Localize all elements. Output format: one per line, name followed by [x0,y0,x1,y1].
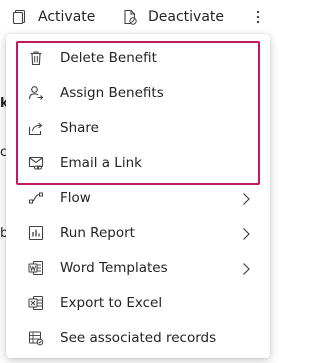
word-icon [28,260,44,276]
page: Activate Deactivate k ci b [0,0,279,363]
menu-item-label: Run Report [60,225,135,241]
menu-item-label: Export to Excel [60,295,163,311]
more-commands-button[interactable] [254,8,262,26]
flow-icon [28,190,44,206]
menu-item-word-templates[interactable]: Word Templates [6,251,270,286]
menu-item-assign-benefits[interactable]: Assign Benefits [6,76,270,111]
email-link-icon [28,155,44,171]
deactivate-button[interactable]: Deactivate [122,6,224,28]
menu-item-flow[interactable]: Flow [6,181,270,216]
activate-label: Activate [38,9,96,25]
menu-item-export-to-excel[interactable]: Export to Excel [6,286,270,321]
menu-item-share[interactable]: Share [6,111,270,146]
chevron-right-icon [240,262,252,276]
report-icon [28,225,44,241]
activate-icon [12,9,28,25]
menu-item-delete-benefit[interactable]: Delete Benefit [6,41,270,76]
menu-item-see-associated-records[interactable]: See associated records [6,321,270,356]
trash-icon [28,50,44,66]
menu-item-label: Assign Benefits [60,85,164,101]
menu-item-label: Word Templates [60,260,168,276]
chevron-right-icon [240,192,252,206]
share-icon [28,120,44,136]
menu-item-label: Share [60,120,99,136]
menu-item-run-report[interactable]: Run Report [6,216,270,251]
activate-button[interactable]: Activate [12,6,95,28]
chevron-right-icon [240,227,252,241]
command-bar: Activate Deactivate [0,0,279,34]
assign-user-icon [28,85,44,101]
menu-item-label: Delete Benefit [60,50,157,66]
excel-icon [28,295,44,311]
menu-item-label: See associated records [60,330,217,346]
overflow-menu: Delete Benefit Assign Benefits Share Ema… [6,34,270,358]
menu-item-label: Email a Link [60,155,142,171]
deactivate-icon [122,9,138,25]
deactivate-label: Deactivate [148,9,225,25]
more-vertical-icon [256,10,260,24]
menu-item-label: Flow [60,190,91,206]
associated-records-icon [28,330,44,346]
menu-item-email-a-link[interactable]: Email a Link [6,146,270,181]
